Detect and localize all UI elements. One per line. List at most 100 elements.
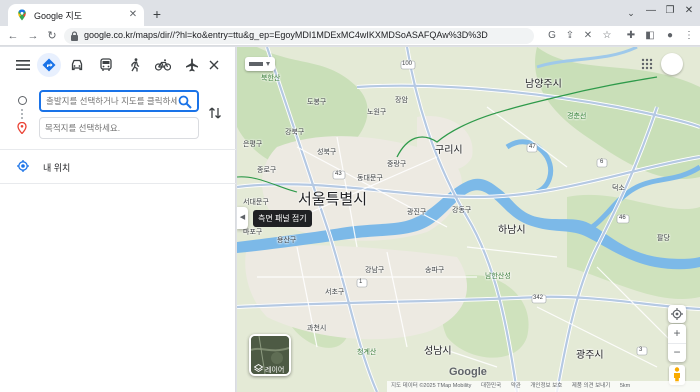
menu-icon[interactable]: ⋮ [682, 29, 696, 43]
map-label-namhansanseong: 남한산성 [485, 273, 511, 280]
road-shield: 46 [619, 215, 626, 221]
starting-point-input[interactable] [39, 90, 199, 112]
travel-mode-bar [0, 47, 236, 83]
country-link[interactable]: 대한민국 [481, 383, 501, 389]
mode-car-icon[interactable] [65, 53, 89, 77]
map-attribution-bar: 지도 데이터 ©2025 TMap Mobility 대한민국 약관 개인정보 … [387, 381, 700, 392]
tab-title: Google 지도 [34, 11, 83, 21]
zoom-control: + − [668, 324, 686, 362]
scale-bar-label[interactable]: 5km [620, 383, 630, 389]
side-panel-icon[interactable]: ◧ [643, 29, 657, 43]
map-label-gangdong: 강동구 [452, 207, 472, 214]
terms-link[interactable]: 약관 [511, 383, 521, 389]
mode-transit-icon[interactable] [94, 53, 118, 77]
crosshair-icon [671, 308, 683, 320]
map-label-seongbuk: 성북구 [317, 149, 337, 156]
reload-icon[interactable]: ↻ [45, 29, 59, 43]
forward-icon[interactable]: → [26, 29, 40, 43]
browser-tab[interactable]: Google 지도 ✕ [8, 4, 144, 26]
profile-icon[interactable]: ● [663, 29, 677, 43]
mode-best-route-icon[interactable] [37, 53, 61, 77]
collapse-toggle-icon [249, 62, 270, 66]
destination-input[interactable] [39, 117, 199, 139]
account-avatar[interactable] [661, 53, 683, 75]
map-label-gangbuk: 강북구 [285, 129, 305, 136]
road-shield: 6 [600, 159, 604, 165]
mode-cycling-icon[interactable] [151, 53, 175, 77]
map-label-nowon: 노원구 [367, 109, 387, 116]
close-directions-icon[interactable] [209, 60, 219, 70]
map-label-cheonggye: 청계산 [357, 349, 377, 356]
bookmark-star-icon[interactable]: ☆ [600, 29, 614, 43]
extensions-icon[interactable]: ✚ [624, 29, 638, 43]
browser-tab-strip: Google 지도 ✕ + ⌄ — ❐ ✕ [0, 0, 700, 26]
destination-pin-icon [17, 122, 27, 134]
map-label-seodaemun: 서대문구 [243, 199, 269, 206]
route-dot [21, 109, 23, 111]
layers-label: 레이어 [265, 367, 285, 374]
minimize-icon[interactable]: — [644, 4, 658, 18]
map-label-songpa: 송파구 [425, 267, 445, 274]
map-label-gwangju[interactable]: 광주시 [576, 346, 604, 361]
map-label-jungnang: 중랑구 [387, 161, 407, 168]
privacy-link[interactable]: 개인정보 보호 [530, 383, 562, 389]
map-label-guri[interactable]: 구리시 [435, 141, 463, 156]
swap-route-icon[interactable] [208, 106, 222, 120]
lock-icon[interactable] [70, 31, 79, 41]
tab-search-icon[interactable]: ⌄ [624, 7, 638, 19]
new-tab-icon[interactable]: + [150, 7, 164, 21]
map-label-jongno: 종로구 [257, 167, 277, 174]
share-icon[interactable]: ⇪ [563, 29, 577, 43]
my-location-option[interactable]: 내 위치 [43, 161, 70, 174]
my-location-icon[interactable] [17, 160, 29, 172]
google-logo: Google [449, 366, 487, 378]
divider [0, 183, 236, 184]
google-apps-icon[interactable] [641, 58, 653, 70]
map-label-namyangju[interactable]: 남양주시 [525, 75, 562, 90]
map-scale-toggle[interactable] [245, 57, 275, 71]
map-label-seoul[interactable]: 서울특별시 [298, 188, 367, 209]
translate-icon[interactable]: ✕ [581, 29, 595, 43]
map-canvas[interactable]: 100 43 47 6 342 3 1 46 남양주시 구리시 서울특별시 하남… [237, 47, 700, 392]
layers-button[interactable]: 레이어 [249, 334, 291, 376]
url-text: google.co.kr/maps/dir//?hl=ko&entry=ttu&… [84, 30, 488, 40]
road-shield: 47 [529, 144, 536, 150]
map-label-gwacheon: 과천시 [307, 325, 327, 332]
map-label-dongdaemun: 동대문구 [357, 175, 383, 182]
collapse-panel-button[interactable]: ◀ [237, 207, 248, 229]
zoom-out-button[interactable]: − [668, 343, 686, 362]
route-dot [21, 117, 23, 119]
mode-flights-icon[interactable] [180, 53, 204, 77]
send-feedback-link[interactable]: 제품 의견 보내기 [572, 383, 610, 389]
map-label-seongnam[interactable]: 성남시 [424, 342, 452, 357]
address-bar[interactable]: google.co.kr/maps/dir//?hl=ko&entry=ttu&… [64, 28, 534, 44]
map-label-paldang: 팔당 [657, 235, 670, 242]
divider [0, 149, 236, 150]
map-label-gyeongchun: 경춘선 [567, 113, 587, 120]
show-your-location-button[interactable] [668, 305, 686, 323]
road-shield: 342 [533, 295, 544, 301]
road-shield: 43 [335, 171, 342, 177]
google-lens-icon[interactable]: G [545, 29, 559, 43]
search-icon[interactable] [178, 95, 192, 109]
back-icon[interactable]: ← [6, 29, 20, 43]
close-window-icon[interactable]: ✕ [682, 4, 696, 18]
map-label-bukhansan: 북한산 [261, 75, 281, 82]
layers-icon [254, 364, 263, 373]
map-label-eunpyeong: 은평구 [243, 141, 263, 148]
map-label-hanam[interactable]: 하남시 [498, 221, 526, 236]
start-point-icon [18, 96, 27, 105]
road-shield: 100 [402, 61, 413, 67]
restore-icon[interactable]: ❐ [663, 4, 677, 18]
browser-toolbar: ← → ↻ google.co.kr/maps/dir//?hl=ko&entr… [0, 26, 700, 46]
collapse-panel-tooltip: 측면 패널 접기 [253, 210, 312, 227]
mode-walking-icon[interactable] [123, 53, 147, 77]
road-shield: 1 [359, 279, 363, 285]
map-label-seocho: 서초구 [325, 289, 345, 296]
route-dot [21, 113, 23, 115]
hamburger-menu-icon[interactable] [16, 59, 30, 71]
map-label-gwangjin: 광진구 [407, 209, 427, 216]
zoom-in-button[interactable]: + [668, 324, 686, 343]
map-data-credit: 지도 데이터 ©2025 TMap Mobility [391, 383, 472, 389]
tab-close-icon[interactable]: ✕ [126, 8, 140, 22]
